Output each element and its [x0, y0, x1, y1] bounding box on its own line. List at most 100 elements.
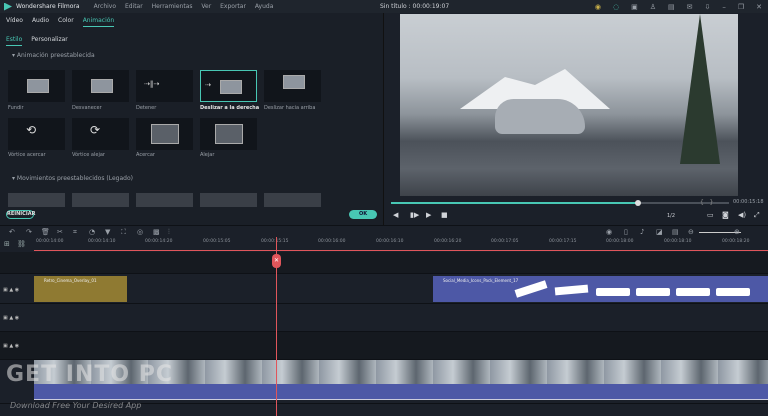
prev-frame-icon[interactable]: ◀ — [393, 211, 398, 219]
track-controls[interactable]: ▣ ▲ ◉ — [0, 343, 34, 349]
maximize-button[interactable]: ❐ — [738, 3, 744, 11]
subtab-estilo[interactable]: Estilo — [6, 36, 23, 46]
preset-alejar[interactable] — [200, 118, 257, 150]
legacy-preset[interactable] — [8, 193, 65, 207]
mail-icon[interactable]: ✉ — [687, 3, 693, 11]
bubble-thumb — [676, 288, 710, 296]
reset-button[interactable]: REINICIAR — [6, 210, 35, 219]
ruler-label: 00:00:14:20 — [145, 239, 173, 244]
preset-label: Alejar — [200, 152, 215, 158]
speed-icon[interactable]: ◔ — [89, 228, 95, 236]
play-icon[interactable]: ▶ — [426, 211, 431, 219]
tab-video[interactable]: Vídeo — [6, 17, 23, 27]
menu-ayuda[interactable]: Ayuda — [255, 3, 274, 10]
ruler-label: 00:00:18:20 — [722, 239, 750, 244]
preset-label: Fundir — [8, 105, 24, 111]
preset-desvanecer[interactable] — [72, 70, 129, 102]
track-controls[interactable]: ▣ ▲ ◉ — [0, 315, 34, 321]
legacy-preset[interactable] — [136, 193, 193, 207]
clip-overlay[interactable]: Retro_Cinema_Overlay_01 — [34, 276, 127, 302]
playhead-handle[interactable]: ✕ — [272, 254, 281, 268]
filmora-logo-icon — [4, 2, 12, 11]
fit-icon[interactable]: ⛶ — [121, 228, 126, 237]
preset-label: Vórtice acercar — [8, 152, 46, 158]
user-icon[interactable]: ♙ — [650, 3, 656, 11]
preset-label: Deslizar a la derecha — [200, 105, 260, 111]
menu-herramientas[interactable]: Herramientas — [152, 3, 193, 10]
menu-editar[interactable]: Editar — [125, 3, 143, 10]
legacy-preset[interactable] — [200, 193, 257, 207]
menu-archivo[interactable]: Archivo — [94, 3, 116, 10]
bulb-icon[interactable]: ◉ — [595, 3, 601, 11]
preset-fundir[interactable] — [8, 70, 65, 102]
legacy-preset[interactable] — [72, 193, 129, 207]
track-2: ▣ ▲ ◉ — [0, 304, 768, 332]
window-controls: ◉ ◌ ▣ ♙ ▤ ✉ ⇩ – ❐ ✕ — [589, 0, 768, 13]
preset-deslizar-arriba[interactable] — [264, 70, 321, 102]
quality-select[interactable]: 1/2 — [667, 213, 675, 219]
add-track-icon[interactable]: ⊞ — [4, 240, 10, 248]
gift-icon[interactable]: ▣ — [631, 3, 638, 11]
sync-icon[interactable]: ◌ — [613, 3, 619, 11]
render-icon[interactable]: ◉ — [606, 228, 612, 236]
preset-deslizar-derecha[interactable]: ⇢ — [200, 70, 257, 102]
volume-icon[interactable]: ◀) — [738, 211, 746, 219]
redo-icon[interactable]: ↷ — [26, 228, 32, 236]
timeline-toolbar: ↶ ↷ 🗑 ✂ ⌗ ◔ ▼ ⛶ ◎ ▩ ⫶ ◉ ▯ ♪ ◪ ▤ ⊖ ⊕ — [0, 225, 768, 237]
legacy-preset[interactable] — [264, 193, 321, 207]
subtab-personalizar[interactable]: Personalizar — [31, 36, 67, 46]
zoom-out-icon[interactable]: ⊖ — [688, 228, 694, 236]
section-presets-label: Animación preestablecida — [16, 52, 95, 59]
download-icon[interactable]: ⇩ — [704, 3, 710, 11]
mix-icon[interactable]: ◪ — [656, 228, 663, 236]
stabilize-icon[interactable]: ▩ — [153, 228, 160, 236]
mark-in-out[interactable]: { } — [700, 199, 713, 206]
ruler-label: 00:00:16:20 — [434, 239, 462, 244]
link-icon[interactable]: ⛓ — [17, 240, 26, 248]
preset-vortice-acercar[interactable]: ⟲ — [8, 118, 65, 150]
mic-icon[interactable]: ♪ — [640, 228, 644, 236]
bubble-thumb — [636, 288, 670, 296]
track-empty — [0, 252, 768, 274]
undo-icon[interactable]: ↶ — [9, 228, 15, 236]
color-icon[interactable]: ▼ — [105, 228, 110, 236]
preset-detener[interactable]: ⇢‖⇢ — [136, 70, 193, 102]
stop-icon[interactable]: ■ — [441, 211, 448, 219]
ruler-label: 00:00:18:10 — [664, 239, 692, 244]
marker-icon[interactable]: ▯ — [624, 228, 628, 236]
preset-label: Detener — [136, 105, 157, 111]
ruler-label: 00:00:16:00 — [318, 239, 346, 244]
play-pause-icon[interactable]: ▮▶ — [410, 211, 419, 219]
ruler-label: 00:00:15:05 — [203, 239, 231, 244]
menu-exportar[interactable]: Exportar — [220, 3, 246, 10]
close-button[interactable]: ✕ — [756, 3, 762, 11]
playback-progress[interactable] — [391, 200, 729, 206]
audio-icon[interactable]: ⫶ — [168, 228, 170, 237]
crop-icon[interactable]: ⌗ — [73, 228, 77, 237]
preview-timecode: 00:00:15:18 — [733, 199, 764, 205]
cut-icon[interactable]: ✂ — [57, 228, 63, 236]
track-1: ▣ ▲ ◉ — [0, 332, 768, 360]
display-icon[interactable]: ▭ — [707, 211, 714, 219]
preset-label: Desvanecer — [72, 105, 102, 111]
preset-vortice-alejar[interactable]: ⟳ — [72, 118, 129, 150]
tab-color[interactable]: Color — [58, 17, 74, 27]
track-controls[interactable]: ▣ ▲ ◉ — [0, 287, 34, 293]
ok-button[interactable]: OK — [349, 210, 377, 219]
tab-audio[interactable]: Audio — [32, 17, 49, 27]
section-legacy[interactable]: ▾ Movimientos preestablecidos (Legado) — [12, 175, 133, 182]
menu-ver[interactable]: Ver — [201, 3, 211, 10]
tab-animacion[interactable]: Animación — [82, 17, 115, 27]
zoom-in-icon[interactable]: ⊕ — [734, 228, 740, 236]
minimize-button[interactable]: – — [722, 3, 726, 11]
fullscreen-icon[interactable]: ⤢ — [754, 211, 760, 220]
snapshot-icon[interactable]: ◙ — [722, 211, 729, 219]
save-icon[interactable]: ▤ — [668, 3, 675, 11]
preset-label: Acercar — [136, 152, 155, 158]
delete-icon[interactable]: 🗑 — [41, 228, 50, 236]
green-screen-icon[interactable]: ◎ — [137, 228, 143, 236]
timeline-ruler[interactable]: 00:00:14:00 00:00:14:10 00:00:14:20 00:0… — [34, 237, 768, 251]
preset-acercar[interactable] — [136, 118, 193, 150]
subtitle-icon[interactable]: ▤ — [672, 228, 679, 236]
section-presets[interactable]: ▾ Animación preestablecida — [12, 52, 95, 59]
